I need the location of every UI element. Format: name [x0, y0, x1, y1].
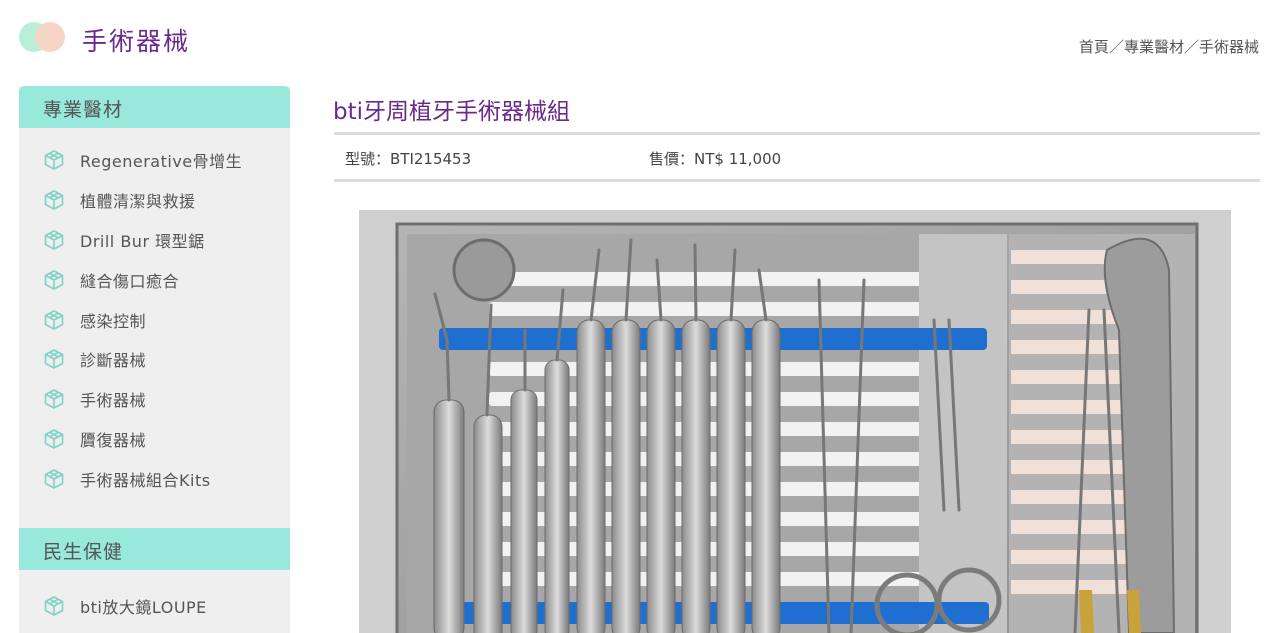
sidebar-item[interactable]: 贗復器械 — [19, 419, 290, 459]
cube-outline-icon — [44, 150, 64, 170]
breadcrumb: 首頁／專業醫材／手術器械 — [1079, 36, 1259, 57]
sidebar-item[interactable]: 手術器械組合Kits — [19, 459, 290, 499]
product-model: 型號：BTI215453 — [345, 150, 472, 168]
sidebar-item[interactable]: Regenerative骨增生 — [19, 140, 290, 180]
sidebar-item-label: Drill Bur 環型鋸 — [80, 231, 205, 251]
sidebar-section-title: 專業醫材 — [43, 99, 124, 121]
page-title: 手術器械 — [82, 27, 191, 56]
sidebar-item-label: 縫合傷口癒合 — [80, 271, 180, 291]
cube-outline-icon — [44, 190, 64, 210]
sidebar-section-2: 民生保健 bti放大鏡LOUPE — [19, 528, 290, 626]
sidebar-item-label: 診斷器械 — [80, 351, 147, 371]
sidebar-section-title: 民生保健 — [43, 541, 124, 563]
sidebar-item[interactable]: 感染控制 — [19, 300, 290, 340]
cube-outline-icon — [44, 469, 64, 489]
cube-outline-icon — [44, 429, 64, 449]
sidebar-item[interactable]: 手術器械 — [19, 379, 290, 419]
sidebar-item-label: Regenerative骨增生 — [80, 151, 243, 171]
sidebar-item-label: 贗復器械 — [80, 431, 147, 451]
sidebar-item-label: 植體清潔與救援 — [80, 191, 196, 211]
cube-outline-icon — [44, 349, 64, 370]
sidebar-section-header: 專業醫材 — [19, 86, 290, 128]
sidebar-menu: Regenerative骨增生 植體清潔與救援 Drill Bur 環型鋸 縫合… — [19, 128, 290, 499]
product-photo[interactable] — [359, 210, 1231, 633]
cube-outline-icon — [44, 309, 64, 330]
cube-outline-icon — [44, 389, 64, 410]
sidebar-item-label: 感染控制 — [80, 311, 147, 331]
product-title: bti牙周植牙手術器械組 — [333, 99, 571, 125]
sidebar-item-label: bti放大鏡LOUPE — [80, 597, 207, 617]
sidebar-section-header: 民生保健 — [19, 528, 290, 570]
divider — [334, 132, 1260, 135]
breadcrumb-home-link[interactable]: 首頁 — [1079, 38, 1109, 56]
sidebar-item[interactable]: Drill Bur 環型鋸 — [19, 220, 290, 260]
product-price: 售價：NT$ 11,000 — [649, 150, 782, 168]
sidebar: 專業醫材 Regenerative骨增生 植體清潔與救援 Drill Bur 環… — [19, 86, 290, 633]
logo-peach-circle — [35, 22, 65, 52]
sidebar-item[interactable]: 診斷器械 — [19, 339, 290, 379]
breadcrumb-category-link[interactable]: 專業醫材 — [1124, 38, 1184, 56]
sidebar-menu: bti放大鏡LOUPE — [19, 570, 290, 626]
cube-outline-icon — [44, 269, 64, 290]
cube-outline-icon — [44, 229, 64, 250]
breadcrumb-separator: ／ — [1108, 38, 1124, 56]
sidebar-item[interactable]: 縫合傷口癒合 — [19, 260, 290, 300]
breadcrumb-current[interactable]: 手術器械 — [1199, 38, 1259, 56]
divider — [334, 179, 1260, 182]
sidebar-item-label: 手術器械 — [80, 391, 147, 411]
cube-outline-icon — [44, 596, 64, 616]
dental-instrument-tray-photo — [359, 210, 1231, 633]
sidebar-item[interactable]: 植體清潔與救援 — [19, 180, 290, 220]
site-logo[interactable] — [19, 22, 65, 52]
sidebar-item[interactable]: bti放大鏡LOUPE — [19, 586, 290, 626]
sidebar-item-label: 手術器械組合Kits — [80, 471, 211, 491]
breadcrumb-separator: ／ — [1183, 38, 1199, 56]
